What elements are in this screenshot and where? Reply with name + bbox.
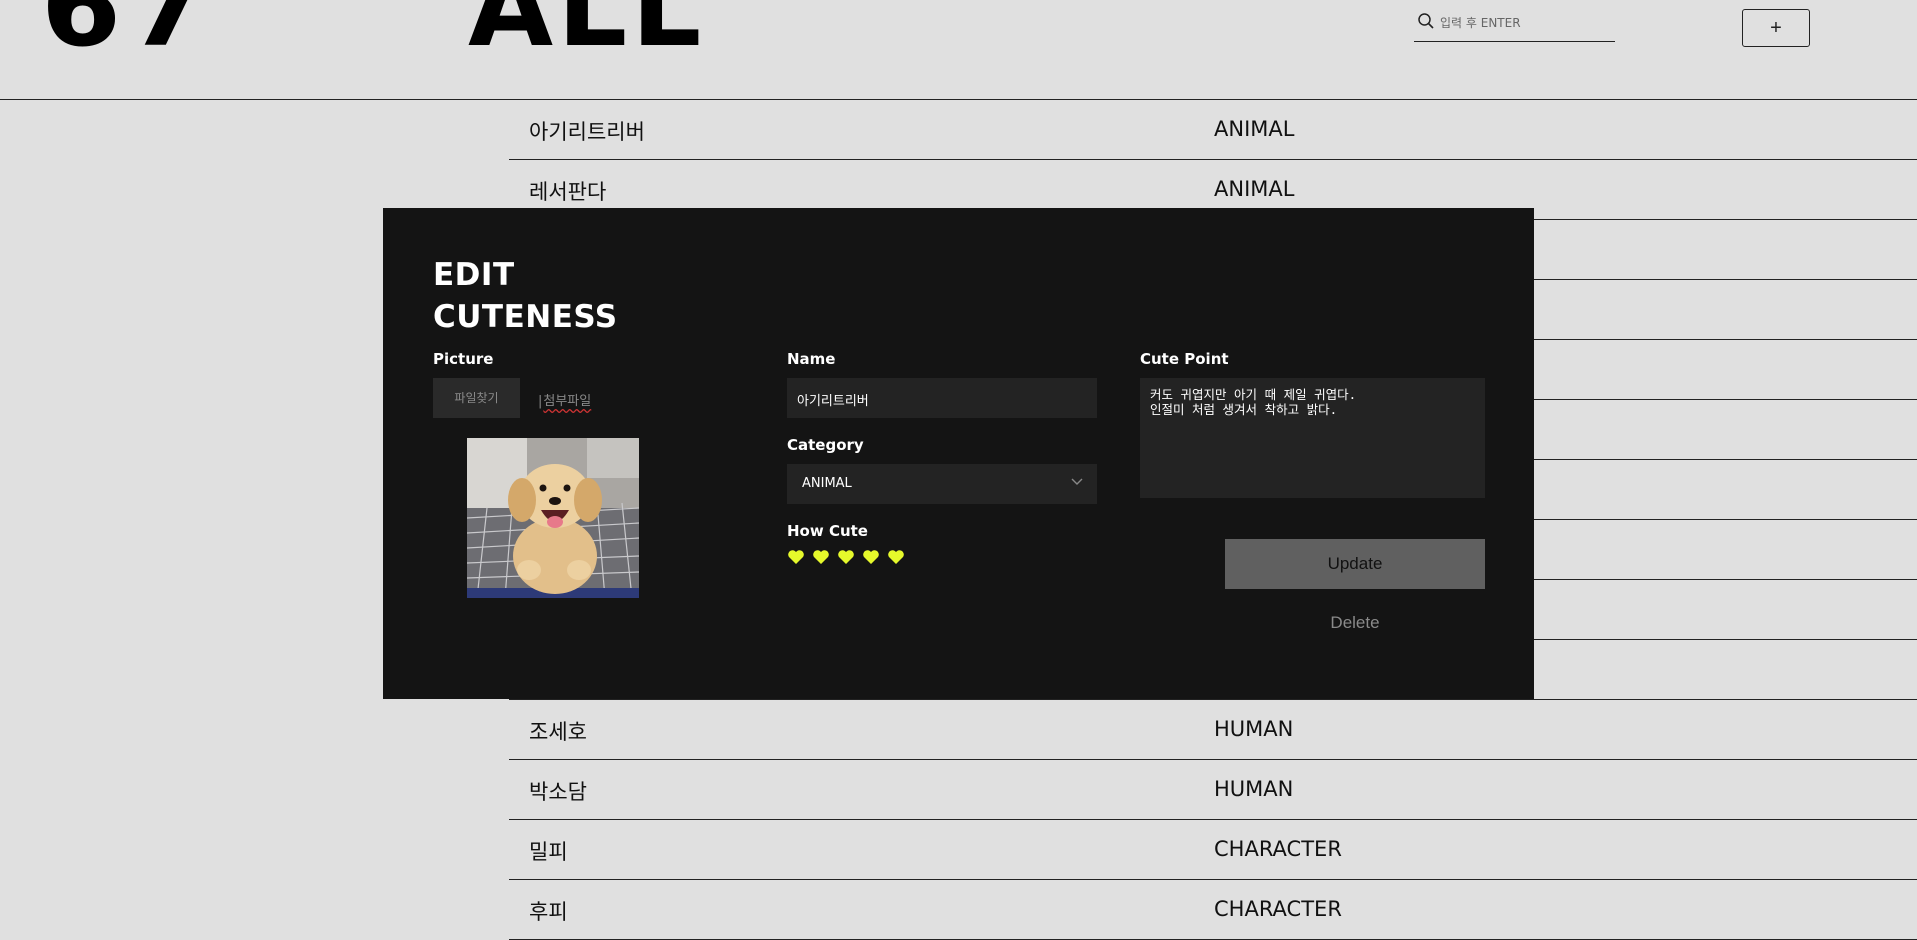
category-filter-title[interactable]: ALL bbox=[468, 0, 705, 62]
cute-point-label: Cute Point bbox=[1140, 350, 1229, 368]
search-input[interactable] bbox=[1438, 12, 1612, 34]
modal-title: EDIT CUTENESS bbox=[433, 254, 618, 338]
modal-title-line2: CUTENESS bbox=[433, 299, 618, 335]
item-category: ANIMAL bbox=[1214, 177, 1295, 201]
list-item[interactable]: 조세호 HUMAN bbox=[509, 700, 1917, 760]
heart-icon[interactable] bbox=[862, 549, 880, 565]
search-icon[interactable] bbox=[1417, 12, 1435, 30]
heart-icon[interactable] bbox=[787, 549, 805, 565]
cute-point-textarea[interactable]: 커도 귀엽지만 아기 때 제일 귀엽다. 인절미 처럼 생겨서 착하고 밝다. bbox=[1140, 378, 1485, 498]
item-name: 아기리트리버 bbox=[529, 120, 645, 144]
item-name: 밀피 bbox=[529, 840, 568, 864]
item-category: HUMAN bbox=[1214, 777, 1294, 801]
item-name: 후피 bbox=[529, 900, 568, 924]
item-category: CHARACTER bbox=[1214, 897, 1342, 921]
modal-title-line1: EDIT bbox=[433, 257, 515, 293]
header: 67 ALL + bbox=[0, 0, 1917, 100]
item-name: 레서판다 bbox=[529, 180, 607, 204]
heart-icon[interactable] bbox=[812, 549, 830, 565]
chevron-down-icon bbox=[1071, 478, 1083, 485]
name-input[interactable]: 아기리트리버 bbox=[787, 378, 1097, 418]
search-box bbox=[1414, 10, 1615, 42]
name-label: Name bbox=[787, 350, 836, 368]
update-button[interactable]: Update bbox=[1225, 539, 1485, 589]
list-item[interactable]: 밀피 CHARACTER bbox=[509, 820, 1917, 880]
picture-label: Picture bbox=[433, 350, 494, 368]
add-button[interactable]: + bbox=[1742, 9, 1810, 47]
category-label: Category bbox=[787, 436, 864, 454]
file-browse-button[interactable]: 파일찾기 bbox=[433, 378, 520, 418]
how-cute-label: How Cute bbox=[787, 522, 868, 540]
category-selected-value: ANIMAL bbox=[802, 476, 852, 491]
item-name: 조세호 bbox=[529, 720, 587, 744]
item-name: 박소담 bbox=[529, 780, 587, 804]
puppy-photo bbox=[467, 438, 639, 598]
delete-button[interactable]: Delete bbox=[1225, 608, 1485, 638]
total-count: 67 bbox=[40, 0, 215, 71]
edit-modal: EDIT CUTENESS Picture 파일찾기 첨부파일 bbox=[383, 208, 1534, 699]
puppy-image bbox=[467, 438, 639, 598]
category-select[interactable]: ANIMAL bbox=[787, 464, 1097, 504]
item-category: ANIMAL bbox=[1214, 117, 1295, 141]
item-category: CHARACTER bbox=[1214, 837, 1342, 861]
list-item[interactable]: 박소담 HUMAN bbox=[509, 760, 1917, 820]
file-name-text: 첨부파일 bbox=[538, 390, 591, 409]
item-category: HUMAN bbox=[1214, 717, 1294, 741]
heart-icon[interactable] bbox=[887, 549, 905, 565]
heart-icon[interactable] bbox=[837, 549, 855, 565]
list-item[interactable]: 아기리트리버 ANIMAL bbox=[509, 100, 1917, 160]
cuteness-rating[interactable] bbox=[787, 549, 905, 565]
list-item[interactable]: 후피 CHARACTER bbox=[509, 880, 1917, 940]
